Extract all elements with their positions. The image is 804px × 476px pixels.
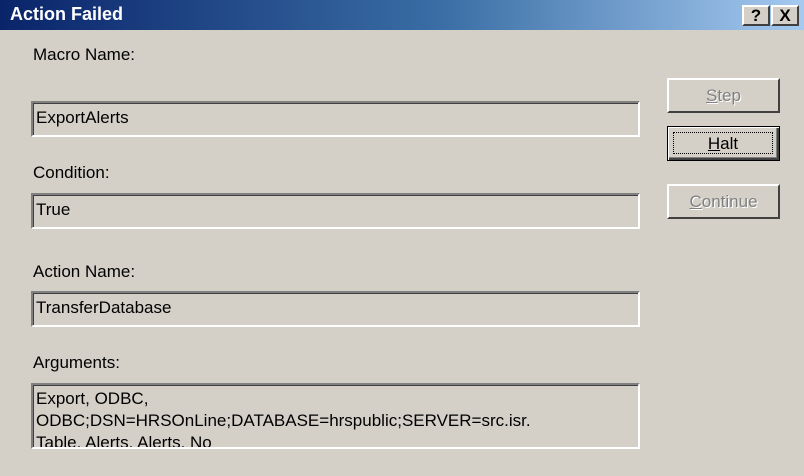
- close-icon[interactable]: X: [771, 5, 799, 26]
- continue-label-rest: ontinue: [701, 192, 758, 211]
- continue-button[interactable]: Continue: [667, 184, 780, 219]
- halt-button[interactable]: Halt: [667, 126, 780, 161]
- action-name-field[interactable]: TransferDatabase: [31, 291, 640, 327]
- halt-focus-rect: Halt: [673, 132, 773, 154]
- step-access-key: S: [706, 86, 718, 105]
- step-label-rest: tep: [717, 86, 741, 105]
- title-bar[interactable]: Action Failed ? X: [0, 0, 804, 30]
- window-title: Action Failed: [10, 4, 124, 24]
- continue-access-key: C: [689, 192, 702, 211]
- step-button[interactable]: Step: [667, 78, 780, 113]
- macro-name-field[interactable]: ExportAlerts: [31, 101, 640, 137]
- arguments-label: Arguments:: [33, 353, 120, 372]
- action-name-label: Action Name:: [33, 262, 136, 281]
- help-icon[interactable]: ?: [742, 5, 770, 26]
- condition-label: Condition:: [33, 163, 110, 182]
- macro-name-label: Macro Name:: [33, 45, 136, 64]
- arguments-field[interactable]: Export, ODBC, ODBC;DSN=HRSOnLine;DATABAS…: [31, 383, 640, 449]
- halt-access-key: H: [707, 134, 721, 153]
- condition-field[interactable]: True: [31, 193, 640, 229]
- halt-label-rest: alt: [720, 134, 739, 153]
